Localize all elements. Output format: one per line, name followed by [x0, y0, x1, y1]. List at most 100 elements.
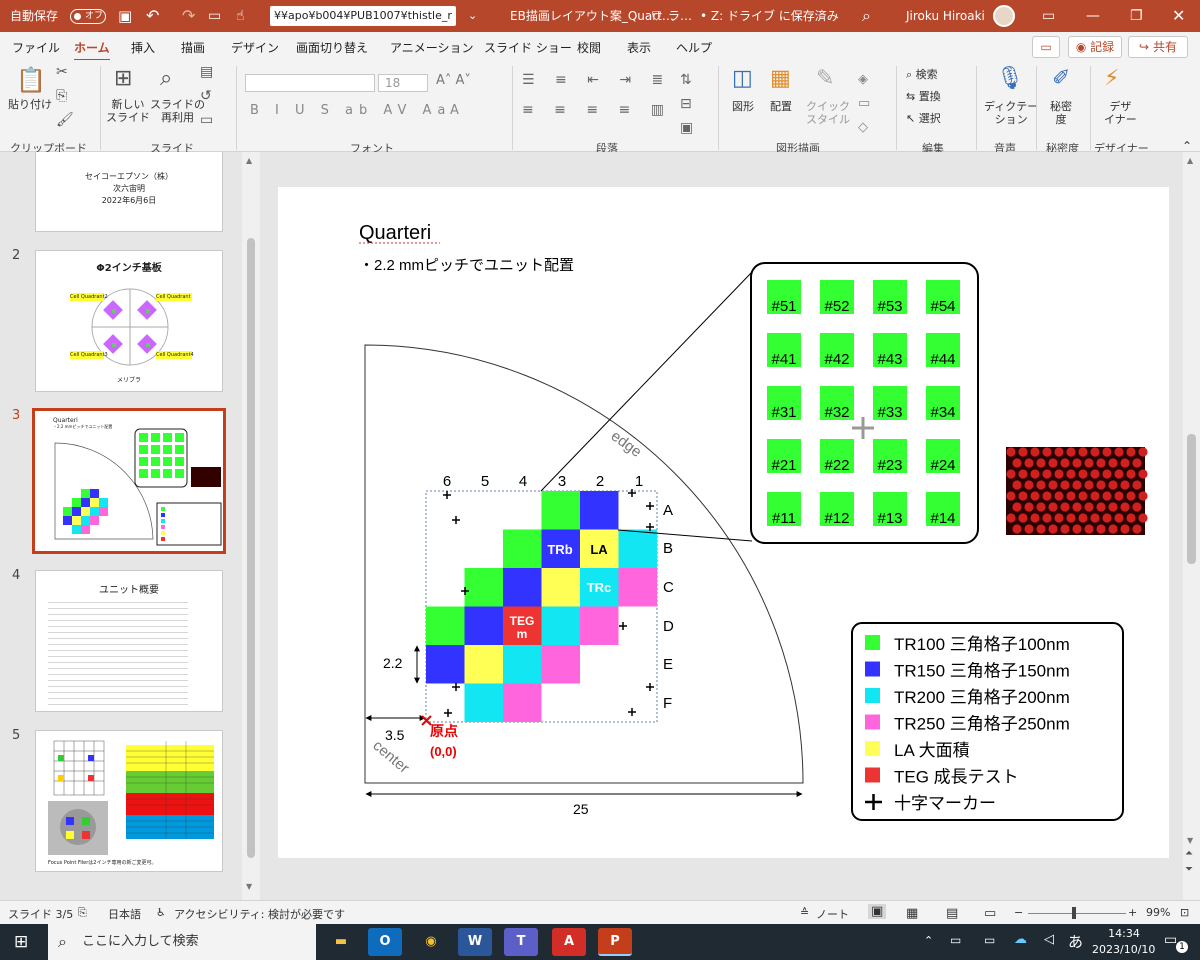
avatar[interactable] — [993, 5, 1015, 27]
list-buttons[interactable]: ☰ ≡ ⇤ ⇥ ≣ — [522, 73, 671, 87]
tab-design[interactable]: デザイン — [231, 39, 279, 56]
teams-icon[interactable]: T — [504, 928, 538, 956]
slide-thumbnail-1[interactable]: セイコーエプソン（株） 次六宙明 2022年6月6日 — [35, 152, 223, 232]
unit-cell[interactable] — [503, 529, 542, 569]
unit-cell[interactable] — [618, 568, 658, 607]
tab-home[interactable]: ホーム — [74, 39, 110, 62]
dictate-button[interactable]: ディクテー ション — [984, 100, 1038, 126]
outlook-icon[interactable]: O — [368, 928, 402, 956]
slide-counter[interactable]: スライド 3/5 — [8, 906, 73, 922]
select-button[interactable]: ↖ 選択 — [906, 112, 941, 125]
designer-button[interactable]: デザ イナー — [1104, 100, 1137, 126]
unit-cell[interactable] — [503, 568, 542, 607]
normal-view-icon[interactable]: ▣ — [868, 904, 887, 919]
unit-cell[interactable] — [464, 568, 504, 607]
onedrive-icon[interactable]: ☁ — [1014, 932, 1027, 947]
tray-app-icon[interactable]: ▭ — [950, 933, 961, 947]
tab-help[interactable]: ヘルプ — [676, 39, 712, 56]
tab-review[interactable]: 校閲 — [577, 39, 601, 56]
shapes-button[interactable]: 図形 — [732, 100, 754, 113]
font-format-buttons[interactable]: B I U S ab AV Aa — [250, 104, 451, 117]
spelling-icon[interactable]: ⎘ — [78, 906, 87, 920]
quick-styles-button[interactable]: クイック スタイル — [806, 100, 850, 126]
shapes-icon[interactable]: ◫ — [732, 66, 753, 91]
tray-expand-icon[interactable]: ⌃ — [924, 934, 933, 947]
save-status[interactable]: • Z: ドライブ に保存済み — [700, 0, 839, 32]
slideshow-icon[interactable]: ▭ — [208, 0, 221, 32]
tab-draw[interactable]: 描画 — [181, 39, 205, 56]
acrobat-icon[interactable]: A — [552, 928, 586, 956]
sensitivity-label[interactable]: ラ… — [668, 0, 692, 32]
slide[interactable]: Quarteri ・2.2 mmピッチでユニット配置 edge center T… — [278, 187, 1169, 858]
arrange-icon[interactable]: ▦ — [770, 66, 791, 91]
font-size-select[interactable]: 18 — [378, 74, 428, 92]
share-button[interactable]: ↪ 共有 — [1128, 36, 1188, 58]
replace-button[interactable]: ⇆ 置換 — [906, 90, 941, 103]
sensitivity-button[interactable]: 秘密 度 — [1050, 100, 1072, 126]
user-name[interactable]: Jiroku Hiroaki — [906, 0, 985, 32]
taskbar-search[interactable]: ⌕ ここに入力して検索 — [48, 924, 316, 960]
reset-icon[interactable]: ↺ — [200, 88, 212, 104]
slide-title[interactable]: Quarteri — [359, 222, 431, 244]
document-title[interactable]: EB描画レイアウト案_Quart… — [510, 0, 674, 32]
scroll-down-icon[interactable]: ▼ — [246, 882, 252, 891]
arrange-button[interactable]: 配置 — [770, 100, 792, 113]
scroll-thumb[interactable] — [1187, 434, 1196, 564]
scroll-down-icon[interactable]: ▼ — [1187, 836, 1193, 845]
editor-scrollbar[interactable]: ▲ ▼ ⏶ ⏷ — [1183, 152, 1200, 900]
notes-button[interactable]: ノート — [816, 906, 849, 922]
grow-font-icon[interactable]: A˄ A˅ — [436, 74, 471, 87]
autosave-toggle[interactable]: オフ — [70, 9, 106, 24]
reading-view-icon[interactable]: ▤ — [946, 906, 958, 921]
cut-icon[interactable]: ✂ — [56, 64, 68, 80]
tab-view[interactable]: 表示 — [627, 39, 651, 56]
unit-cell[interactable] — [503, 645, 542, 684]
copy-icon[interactable]: ⎘ — [56, 88, 67, 104]
zoom-in-icon[interactable]: + — [1128, 906, 1137, 919]
shape-format-icons[interactable]: ◈ ▭ ◇ — [858, 68, 870, 140]
new-slide-button[interactable]: 新しい スライド — [106, 98, 150, 124]
unit-cell[interactable] — [464, 606, 504, 646]
format-painter-icon[interactable]: 🖌 — [56, 112, 74, 128]
file-explorer-icon[interactable]: ▬ — [324, 928, 358, 956]
close-icon[interactable]: ✕ — [1172, 0, 1185, 32]
powerpoint-icon[interactable]: P — [598, 928, 632, 956]
quick-styles-icon[interactable]: ✎ — [816, 66, 834, 91]
scroll-up-icon[interactable]: ▲ — [246, 156, 252, 165]
tab-insert[interactable]: 挿入 — [131, 39, 155, 56]
unit-cell[interactable] — [426, 606, 465, 646]
paste-icon[interactable]: 📋 — [16, 66, 46, 94]
reuse-slides-button[interactable]: スライドの 再利用 — [150, 98, 205, 124]
undo-icon[interactable]: ↶ — [146, 0, 159, 32]
designer-icon[interactable]: ⚡ — [1104, 66, 1119, 91]
slide-thumbnail-2[interactable]: Φ2インチ基板 Cell Quadrant2 Cell Quadrant Cel… — [35, 250, 223, 392]
text-direction-icons[interactable]: ⇅ ⊟ ▣ — [680, 68, 693, 140]
file-path-field[interactable]: ¥¥apo¥b004¥PUB1007¥thistle_r — [270, 6, 456, 26]
comment-icon[interactable]: ▭ — [1032, 36, 1060, 58]
zoom-out-icon[interactable]: − — [1014, 906, 1023, 919]
previous-slide-icon[interactable]: ⏶ — [1185, 848, 1193, 859]
fit-slide-icon[interactable]: ⊡ — [1180, 906, 1189, 919]
chrome-icon[interactable]: ◉ — [414, 928, 448, 956]
new-slide-icon[interactable]: ⊞ — [114, 66, 132, 91]
slide-thumbnail-5[interactable]: Focus Point Filerは2インチ専用の新ご変更可。 — [35, 730, 223, 872]
tab-file[interactable]: ファイル — [12, 39, 60, 56]
scroll-up-icon[interactable]: ▲ — [1187, 156, 1193, 165]
paste-button[interactable]: 貼り付け — [8, 98, 52, 111]
clock-time[interactable]: 14:34 — [1098, 927, 1150, 940]
font-name-select[interactable] — [245, 74, 375, 92]
minimize-icon[interactable]: — — [1086, 0, 1100, 32]
restore-icon[interactable]: ❐ — [1130, 0, 1143, 32]
slide-thumbnail-4[interactable]: ユニット概要 — [35, 570, 223, 712]
unit-cell[interactable] — [580, 606, 619, 646]
tab-transitions[interactable]: 画面切り替え — [296, 39, 368, 56]
unit-cell[interactable] — [541, 568, 581, 607]
align-buttons[interactable]: ≡ ≡ ≡ ≡ ▥ — [522, 103, 672, 117]
redo-icon[interactable]: ↷ — [182, 0, 195, 32]
zoom-slider[interactable] — [1028, 913, 1126, 914]
search-icon[interactable]: ⌕ — [862, 0, 871, 32]
customize-icon[interactable]: ⌄ — [468, 0, 477, 32]
unit-cell[interactable] — [618, 529, 658, 569]
save-icon[interactable]: ▣ — [118, 0, 132, 32]
unit-cell[interactable] — [503, 683, 542, 723]
